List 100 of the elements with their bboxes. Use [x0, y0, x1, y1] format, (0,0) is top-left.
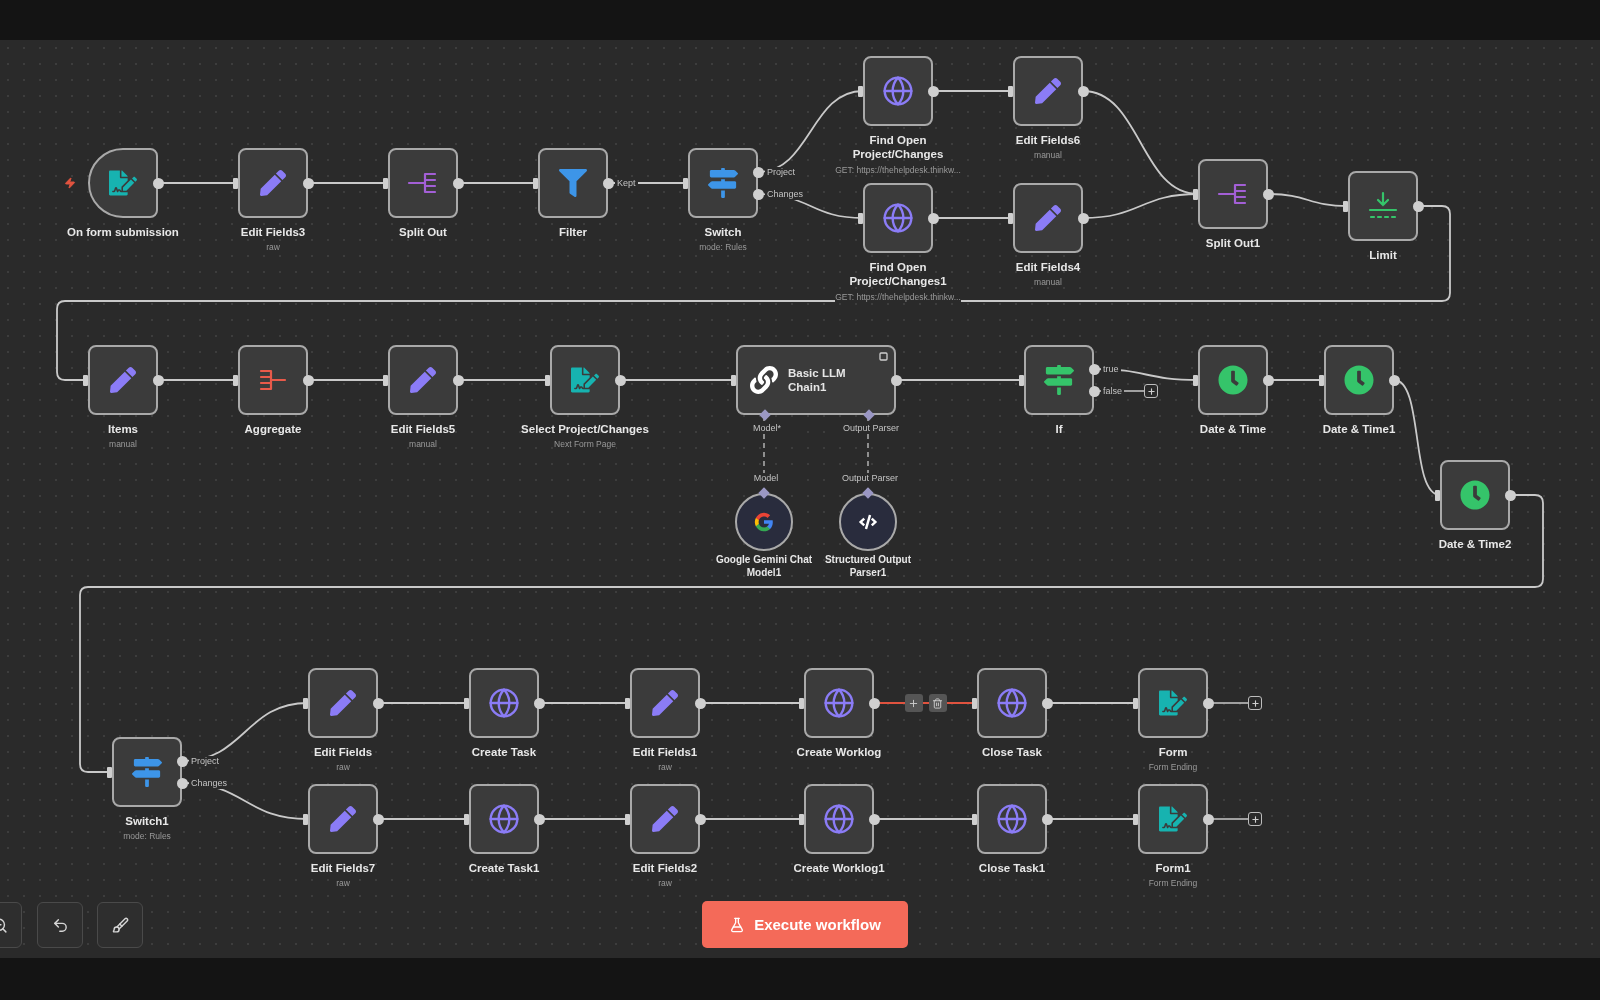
input-handle[interactable]: [533, 177, 538, 189]
input-handle[interactable]: [303, 697, 308, 709]
output-handle[interactable]: [533, 697, 545, 709]
workflow-node[interactable]: [1348, 171, 1418, 241]
input-handle[interactable]: [858, 212, 863, 224]
output-handle[interactable]: [302, 177, 314, 189]
input-handle[interactable]: [731, 374, 736, 386]
output-handle[interactable]: [752, 166, 764, 178]
tidy-up-button[interactable]: [97, 902, 143, 948]
input-handle[interactable]: [799, 697, 804, 709]
workflow-node[interactable]: [630, 784, 700, 854]
input-handle[interactable]: [759, 409, 771, 421]
add-node-button[interactable]: [904, 694, 923, 712]
input-handle[interactable]: [545, 374, 550, 386]
add-node-button[interactable]: [1144, 384, 1158, 398]
input-handle[interactable]: [383, 177, 388, 189]
output-handle[interactable]: [1041, 813, 1053, 825]
input-handle[interactable]: [1193, 188, 1198, 200]
output-handle[interactable]: [614, 374, 626, 386]
workflow-node[interactable]: [112, 737, 182, 807]
workflow-node[interactable]: [630, 668, 700, 738]
input-handle[interactable]: [1133, 813, 1138, 825]
output-handle[interactable]: [694, 813, 706, 825]
output-handle[interactable]: [694, 697, 706, 709]
input-handle[interactable]: [464, 813, 469, 825]
input-handle[interactable]: [464, 697, 469, 709]
output-handle[interactable]: [372, 697, 384, 709]
workflow-node[interactable]: [1198, 345, 1268, 415]
workflow-node[interactable]: [1024, 345, 1094, 415]
workflow-node[interactable]: [388, 345, 458, 415]
input-handle[interactable]: [83, 374, 88, 386]
workflow-node[interactable]: [469, 668, 539, 738]
input-handle[interactable]: [1008, 85, 1013, 97]
sub-node[interactable]: [735, 493, 793, 551]
input-handle[interactable]: [972, 813, 977, 825]
workflow-node[interactable]: [977, 784, 1047, 854]
input-handle[interactable]: [1319, 374, 1324, 386]
output-handle[interactable]: [758, 487, 770, 499]
output-handle[interactable]: [1088, 363, 1100, 375]
output-handle[interactable]: [1262, 374, 1274, 386]
input-handle[interactable]: [863, 409, 875, 421]
output-handle[interactable]: [1262, 188, 1274, 200]
input-handle[interactable]: [107, 766, 112, 778]
input-handle[interactable]: [233, 177, 238, 189]
input-handle[interactable]: [625, 697, 630, 709]
output-handle[interactable]: [1088, 385, 1100, 397]
input-handle[interactable]: [625, 813, 630, 825]
output-handle[interactable]: [927, 212, 939, 224]
workflow-node[interactable]: [538, 148, 608, 218]
workflow-node[interactable]: [1198, 159, 1268, 229]
workflow-node[interactable]: [1013, 183, 1083, 253]
workflow-node[interactable]: [238, 345, 308, 415]
input-handle[interactable]: [1133, 697, 1138, 709]
workflow-node[interactable]: Basic LLM Chain1: [736, 345, 896, 415]
input-handle[interactable]: [683, 177, 688, 189]
workflow-node[interactable]: [1324, 345, 1394, 415]
output-handle[interactable]: [152, 374, 164, 386]
output-handle[interactable]: [1412, 200, 1424, 212]
workflow-node[interactable]: [308, 784, 378, 854]
output-handle[interactable]: [602, 177, 614, 189]
undo-button[interactable]: [37, 902, 83, 948]
input-handle[interactable]: [303, 813, 308, 825]
output-handle[interactable]: [452, 177, 464, 189]
input-handle[interactable]: [1008, 212, 1013, 224]
input-handle[interactable]: [1343, 200, 1348, 212]
workflow-node[interactable]: [1138, 784, 1208, 854]
output-handle[interactable]: [1504, 489, 1516, 501]
workflow-node[interactable]: [388, 148, 458, 218]
add-node-button[interactable]: [1248, 812, 1262, 826]
output-handle[interactable]: [862, 487, 874, 499]
output-handle[interactable]: [752, 188, 764, 200]
output-handle[interactable]: [1388, 374, 1400, 386]
output-handle[interactable]: [868, 697, 880, 709]
output-handle[interactable]: [302, 374, 314, 386]
input-handle[interactable]: [1435, 489, 1440, 501]
input-handle[interactable]: [858, 85, 863, 97]
output-handle[interactable]: [1077, 212, 1089, 224]
output-handle[interactable]: [152, 177, 164, 189]
input-handle[interactable]: [233, 374, 238, 386]
output-handle[interactable]: [890, 374, 902, 386]
output-handle[interactable]: [868, 813, 880, 825]
workflow-node[interactable]: [1013, 56, 1083, 126]
output-handle[interactable]: [927, 85, 939, 97]
workflow-node[interactable]: [977, 668, 1047, 738]
input-handle[interactable]: [972, 697, 977, 709]
workflow-node[interactable]: [1440, 460, 1510, 530]
workflow-node[interactable]: [863, 56, 933, 126]
workflow-node[interactable]: [863, 183, 933, 253]
output-handle[interactable]: [1202, 697, 1214, 709]
workflow-node[interactable]: [550, 345, 620, 415]
output-handle[interactable]: [372, 813, 384, 825]
input-handle[interactable]: [799, 813, 804, 825]
workflow-node[interactable]: [804, 668, 874, 738]
output-handle[interactable]: [1077, 85, 1089, 97]
workflow-node[interactable]: [88, 345, 158, 415]
workflow-node[interactable]: [804, 784, 874, 854]
workflow-node[interactable]: [238, 148, 308, 218]
output-handle[interactable]: [1041, 697, 1053, 709]
sub-node[interactable]: [839, 493, 897, 551]
input-handle[interactable]: [1193, 374, 1198, 386]
